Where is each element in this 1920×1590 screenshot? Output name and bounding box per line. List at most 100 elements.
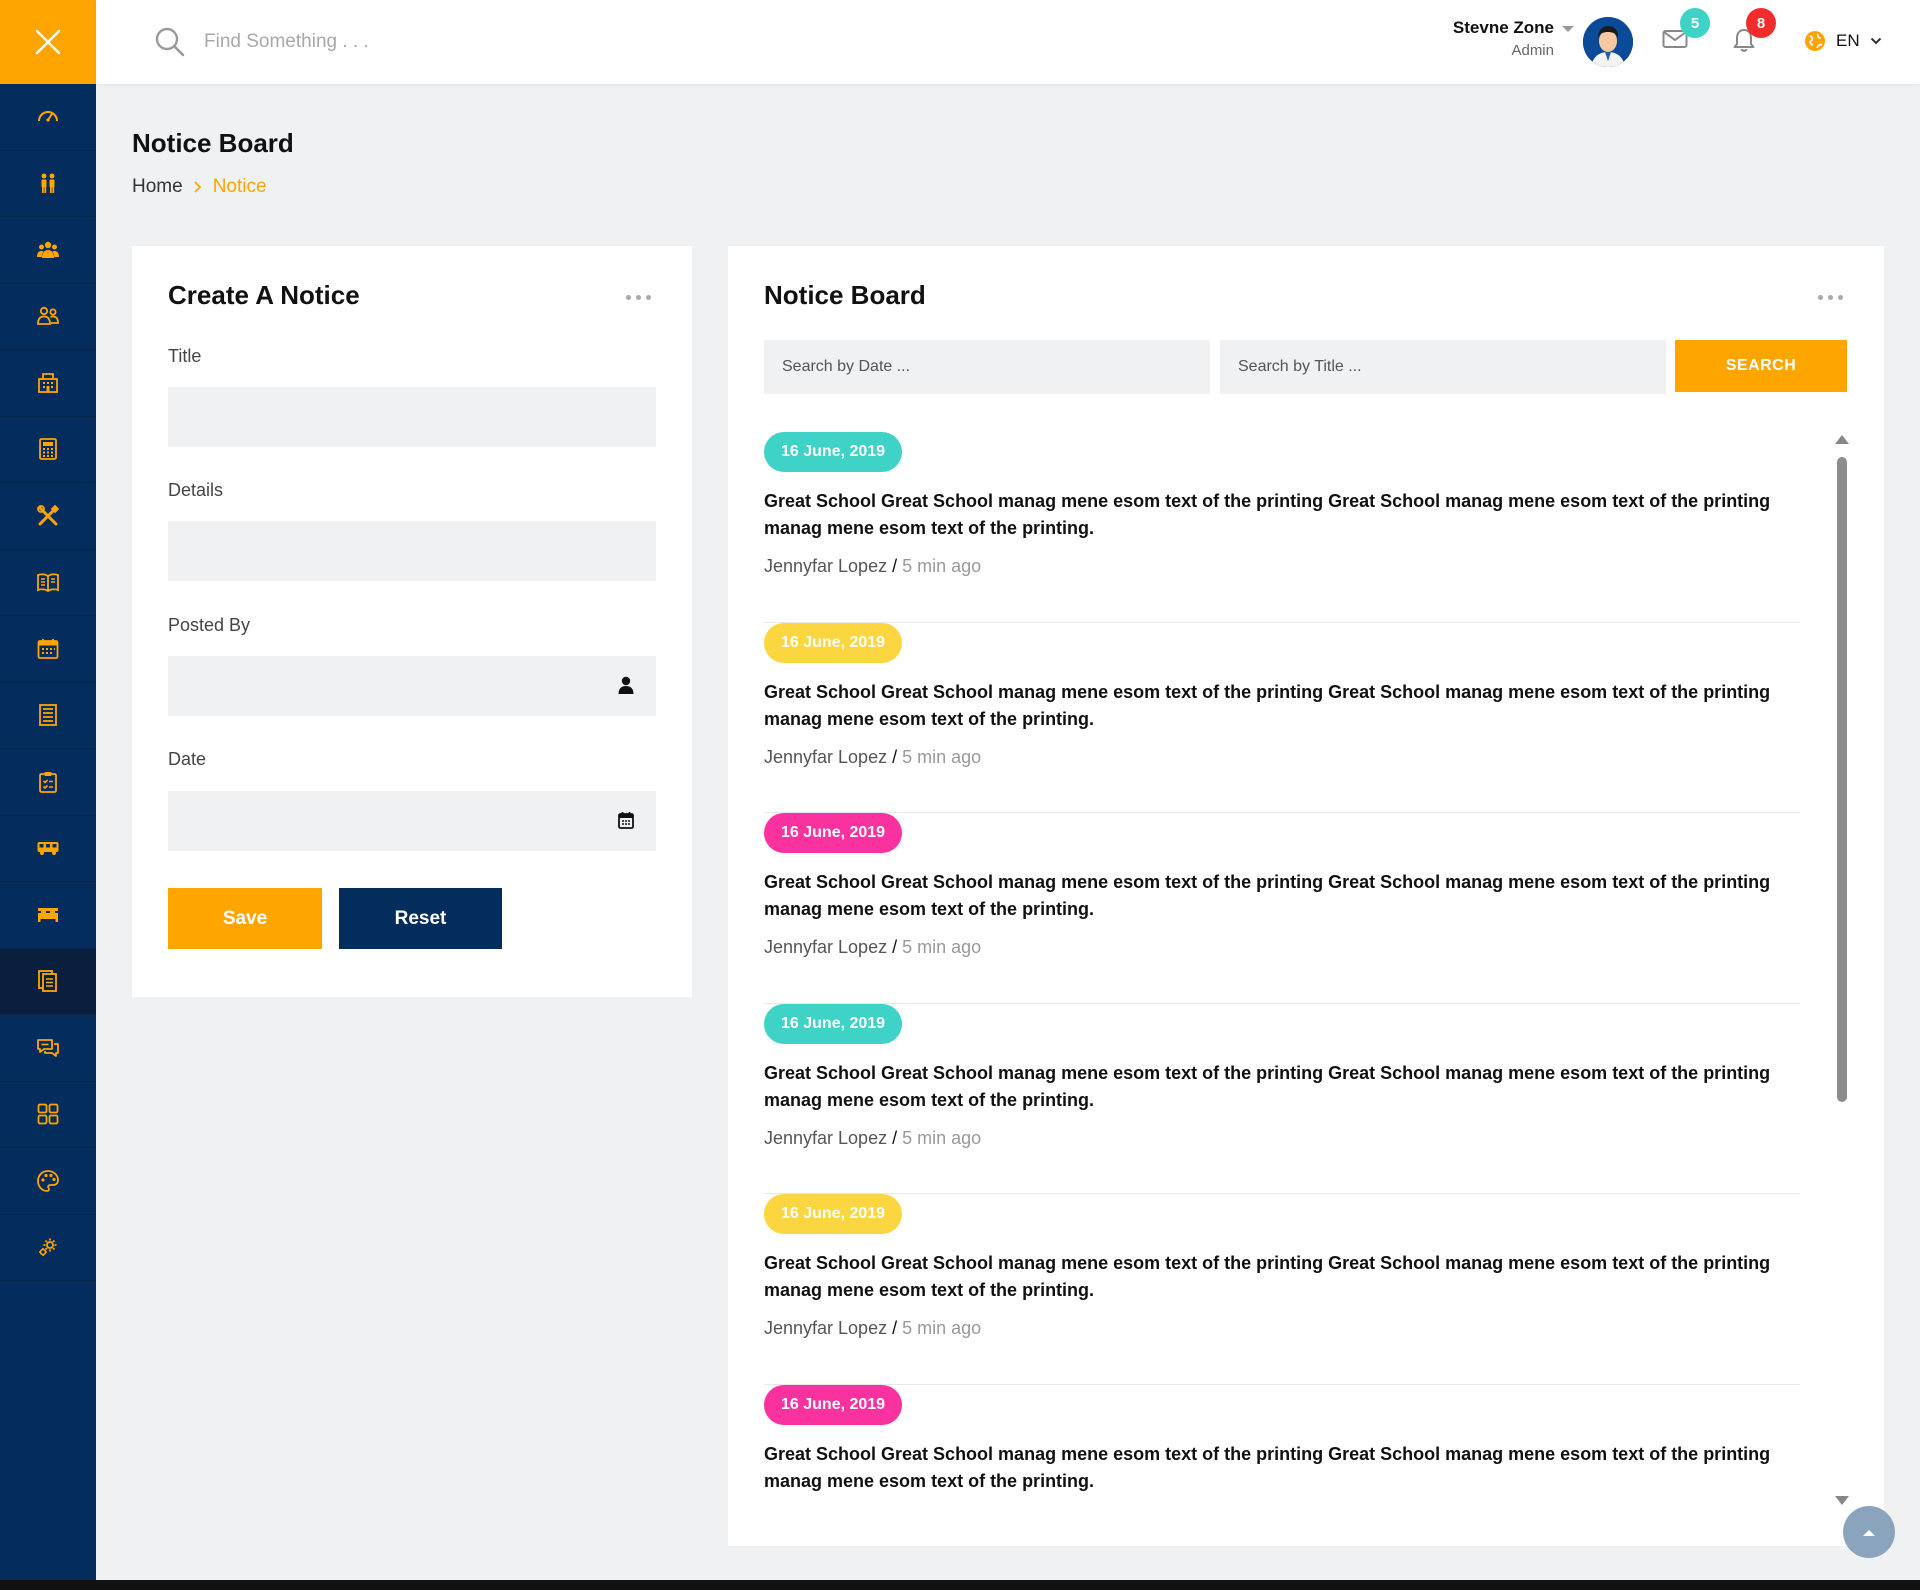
details-input[interactable] <box>168 521 656 581</box>
notice-author[interactable]: Jennyfar Lopez <box>764 556 887 576</box>
notice-date-badge: 16 June, 2019 <box>764 1003 903 1044</box>
sidebar-item-bed[interactable] <box>0 882 96 949</box>
user-name: Stevne Zone <box>1452 18 1554 37</box>
search-by-title-input[interactable]: Search by Title ... <box>1220 340 1666 394</box>
language-label: EN <box>1836 31 1860 50</box>
palette-icon <box>37 1169 59 1192</box>
chevron-up-icon <box>1863 1529 1875 1536</box>
date-input[interactable] <box>168 791 656 851</box>
notice-date-badge: 16 June, 2019 <box>764 432 903 472</box>
bottom-edge <box>0 1580 1920 1590</box>
breadcrumb-home-link[interactable]: Home <box>132 176 183 198</box>
search-by-date-input[interactable]: Search by Date ... <box>764 340 1210 394</box>
notice-date-badge: 16 June, 2019 <box>764 622 903 663</box>
calendar-icon <box>618 812 634 829</box>
notice-time: 5 min ago <box>902 1127 982 1148</box>
notice-meta: Jennyfar Lopez / 5 min ago <box>764 937 982 957</box>
scroll-up-arrow-icon[interactable] <box>1835 435 1849 444</box>
sidebar-item-settings[interactable] <box>0 1215 96 1281</box>
create-notice-card: Create A Notice Title Details Posted By … <box>132 246 692 997</box>
notice-author[interactable]: Jennyfar Lopez <box>764 747 887 767</box>
chevron-down-icon <box>1870 37 1881 45</box>
scroll-down-arrow-icon[interactable] <box>1835 1496 1849 1505</box>
building-icon <box>38 372 58 393</box>
messages-badge: 5 <box>1680 8 1710 38</box>
notice-list[interactable]: 16 June, 2019 Great School Great School m… <box>764 432 1800 1492</box>
language-selector[interactable]: EN <box>1804 30 1882 52</box>
students-parents-icon <box>41 173 55 194</box>
reset-button[interactable]: Reset <box>339 888 502 949</box>
sidebar-item-group[interactable] <box>0 217 96 284</box>
notice-item[interactable]: 16 June, 2019 Great School Great School m… <box>764 1194 1800 1385</box>
sidebar-item-bus[interactable] <box>0 816 96 882</box>
search-button[interactable]: SEARCH <box>1675 340 1847 392</box>
global-search-input[interactable] <box>204 28 504 56</box>
search-by-title-placeholder: Search by Title ... <box>1238 358 1362 375</box>
book-icon <box>37 573 59 593</box>
posted-by-label: Posted By <box>168 615 251 635</box>
sidebar-item-dashboard[interactable] <box>0 84 96 151</box>
card-menu-dots-icon[interactable] <box>1818 295 1843 300</box>
sidebar-item-calendar[interactable] <box>0 616 96 683</box>
chat-icon <box>37 1038 59 1057</box>
teachers-icon <box>37 307 59 326</box>
notice-meta: Jennyfar Lopez / 5 min ago <box>764 556 982 576</box>
sidebar-toggle-button[interactable] <box>0 0 96 84</box>
create-notice-title: Create A Notice <box>168 280 360 310</box>
sidebar-item-palette[interactable] <box>0 1148 96 1215</box>
sidebar <box>0 0 96 1580</box>
scroll-thumb[interactable] <box>1837 457 1847 1102</box>
notice-board-title: Notice Board <box>764 280 926 310</box>
calculator-icon <box>39 438 57 461</box>
search-by-date-placeholder: Search by Date ... <box>782 358 911 375</box>
calendar-icon <box>37 638 59 659</box>
breadcrumb: Home Notice <box>132 176 267 198</box>
notice-board-card: Notice Board Search by Date ... Search b… <box>728 246 1884 1546</box>
notice-item[interactable]: 16 June, 2019 Great School Great School m… <box>764 813 1800 1004</box>
save-button[interactable]: Save <box>168 888 322 949</box>
notice-item[interactable]: 16 June, 2019 Great School Great School m… <box>764 622 1800 813</box>
user-role: Admin <box>1511 42 1554 59</box>
posted-by-input[interactable] <box>168 656 656 716</box>
notice-text: Great School Great School manag mene eso… <box>764 491 1771 538</box>
notice-author[interactable]: Jennyfar Lopez <box>764 937 887 957</box>
chevron-right-icon <box>194 181 201 193</box>
breadcrumb-current: Notice <box>212 176 267 197</box>
notice-time: 5 min ago <box>902 556 982 576</box>
notice-date-badge: 16 June, 2019 <box>764 1194 903 1234</box>
avatar[interactable] <box>1583 17 1633 67</box>
notice-meta: Jennyfar Lopez / 5 min ago <box>764 746 982 767</box>
notice-author[interactable]: Jennyfar Lopez <box>764 1128 887 1148</box>
notice-author[interactable]: Jennyfar Lopez <box>764 1318 887 1338</box>
page-title: Notice Board <box>132 128 294 158</box>
notice-time: 5 min ago <box>902 937 982 957</box>
notice-icon <box>38 970 57 993</box>
scroll-to-top-button[interactable] <box>1843 1506 1895 1558</box>
sidebar-item-students-parents[interactable] <box>0 151 96 217</box>
sidebar-item-notice[interactable] <box>0 948 96 1015</box>
notice-text: Great School Great School manag mene eso… <box>764 1253 1771 1300</box>
sidebar-item-grid[interactable] <box>0 1082 96 1148</box>
sidebar-item-tools[interactable] <box>0 483 96 550</box>
title-input[interactable] <box>168 387 656 447</box>
notice-item[interactable]: 16 June, 2019 Great School Great School m… <box>764 432 1800 623</box>
notice-text: Great School Great School manag mene eso… <box>764 872 1771 919</box>
card-menu-dots-icon[interactable] <box>626 295 651 300</box>
search-icon[interactable] <box>154 26 186 58</box>
sidebar-item-book[interactable] <box>0 550 96 616</box>
top-header: Stevne Zone Admin 5 8 EN <box>96 0 1920 84</box>
sidebar-item-chat[interactable] <box>0 1015 96 1082</box>
notice-date-badge: 16 June, 2019 <box>764 1384 903 1425</box>
sidebar-item-building[interactable] <box>0 350 96 417</box>
user-menu[interactable]: Stevne Zone Admin <box>1453 18 1554 59</box>
avatar-person-icon <box>1583 17 1633 67</box>
sidebar-item-calculator[interactable] <box>0 417 96 483</box>
sidebar-item-clipboard[interactable] <box>0 749 96 816</box>
notice-item[interactable]: 16 June, 2019 Great School Great School m… <box>764 1003 1800 1194</box>
notice-item[interactable]: 16 June, 2019 Great School Great School m… <box>764 1384 1800 1493</box>
sidebar-item-teachers[interactable] <box>0 284 96 350</box>
user-caret-icon[interactable] <box>1562 26 1574 32</box>
notice-list-scrollbar[interactable] <box>1835 435 1849 1505</box>
globe-icon <box>1805 31 1825 51</box>
sidebar-item-list[interactable] <box>0 683 96 749</box>
